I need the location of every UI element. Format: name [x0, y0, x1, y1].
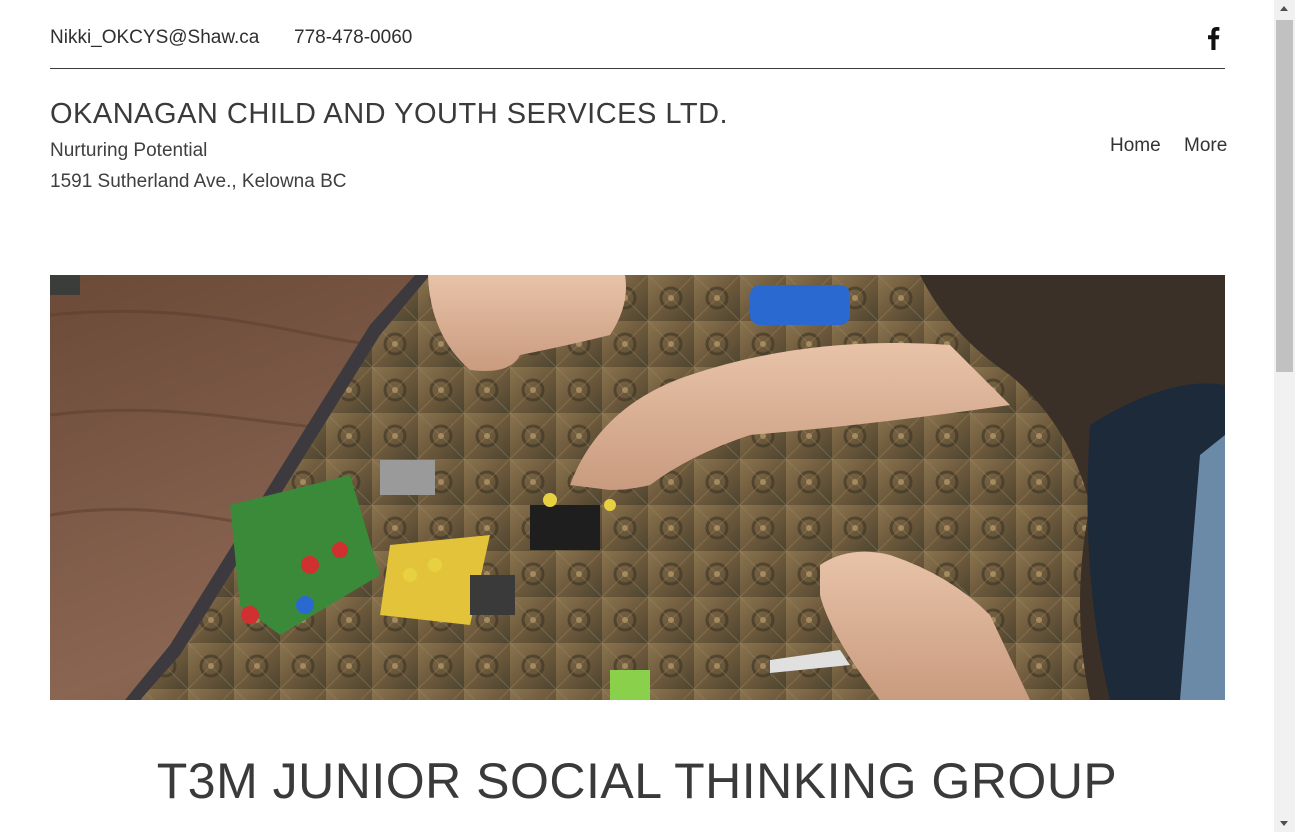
- hero-image: [50, 275, 1225, 700]
- site-title[interactable]: OKANAGAN CHILD AND YOUTH SERVICES LTD.: [50, 98, 728, 131]
- scroll-down-arrow-icon[interactable]: [1274, 815, 1295, 832]
- facebook-icon[interactable]: [1205, 26, 1221, 50]
- nav-home[interactable]: Home: [1110, 135, 1161, 157]
- section-headline: T3M JUNIOR SOCIAL THINKING GROUP: [156, 753, 1118, 809]
- email-link[interactable]: Nikki_OKCYS@Shaw.ca: [50, 27, 259, 49]
- phone-number[interactable]: 778-478-0060: [294, 27, 412, 49]
- site-tagline: Nurturing Potential: [50, 140, 208, 161]
- site-address: 1591 Sutherland Ave., Kelowna BC: [50, 171, 347, 192]
- scroll-up-arrow-icon[interactable]: [1274, 0, 1295, 17]
- nav-more[interactable]: More: [1184, 135, 1227, 157]
- page: Nikki_OKCYS@Shaw.ca 778-478-0060 OKANAGA…: [0, 0, 1274, 832]
- scrollbar-thumb[interactable]: [1276, 20, 1293, 372]
- vertical-scrollbar[interactable]: [1274, 0, 1295, 832]
- top-bar: Nikki_OKCYS@Shaw.ca 778-478-0060: [50, 0, 1225, 69]
